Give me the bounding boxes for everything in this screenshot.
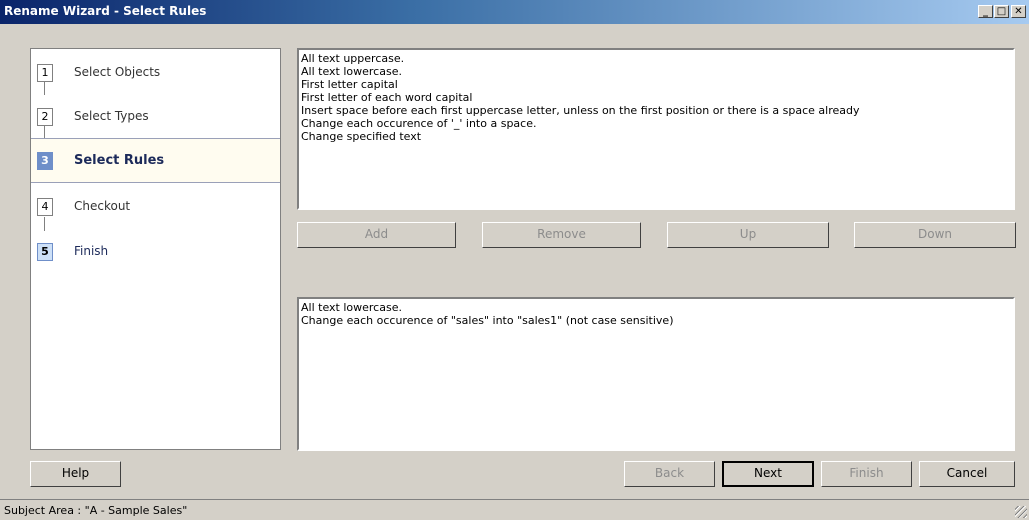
step-select-types[interactable]: 2 Select Types	[31, 95, 280, 140]
wizard-steps-panel: 1 Select Objects 2 Select Types 3 Select…	[30, 48, 281, 450]
finish-button[interactable]: Finish	[821, 461, 912, 487]
back-button[interactable]: Back	[624, 461, 715, 487]
list-item[interactable]: All text uppercase.	[301, 52, 1013, 65]
list-item[interactable]: Change specified text	[301, 130, 1013, 143]
next-button[interactable]: Next	[722, 461, 814, 487]
list-item[interactable]: Change each occurence of '_' into a spac…	[301, 117, 1013, 130]
close-button[interactable]: ✕	[1011, 5, 1026, 18]
list-item[interactable]: Insert space before each first uppercase…	[301, 104, 1013, 117]
cancel-button[interactable]: Cancel	[919, 461, 1015, 487]
list-item[interactable]: First letter of each word capital	[301, 91, 1013, 104]
step-checkout[interactable]: 4 Checkout	[31, 185, 280, 230]
remove-button[interactable]: Remove	[482, 222, 641, 248]
step-number: 3	[37, 152, 53, 170]
list-item[interactable]: All text lowercase.	[301, 65, 1013, 78]
add-button[interactable]: Add	[297, 222, 456, 248]
status-bar: Subject Area : "A - Sample Sales"	[0, 499, 1029, 520]
rename-wizard-window: Rename Wizard - Select Rules _ □ ✕ 1 Sel…	[0, 0, 1029, 520]
step-number: 5	[37, 243, 53, 261]
list-item[interactable]: All text lowercase.	[301, 301, 1013, 314]
list-item[interactable]: First letter capital	[301, 78, 1013, 91]
step-number: 4	[37, 198, 53, 216]
step-label: Select Rules	[74, 153, 165, 168]
step-number: 1	[37, 64, 53, 82]
resize-grip-icon[interactable]	[1015, 506, 1027, 518]
status-text: Subject Area : "A - Sample Sales"	[4, 504, 188, 517]
step-label: Checkout	[74, 199, 131, 213]
step-select-rules[interactable]: 3 Select Rules	[31, 138, 280, 183]
title-bar[interactable]: Rename Wizard - Select Rules _ □ ✕	[0, 0, 1029, 24]
up-button[interactable]: Up	[667, 222, 829, 248]
minimize-button[interactable]: _	[978, 5, 993, 18]
step-finish[interactable]: 5 Finish	[31, 230, 280, 275]
step-number: 2	[37, 108, 53, 126]
step-label: Select Types	[74, 109, 149, 123]
step-label: Select Objects	[74, 65, 161, 79]
down-button[interactable]: Down	[854, 222, 1016, 248]
window-title: Rename Wizard - Select Rules	[4, 4, 207, 18]
list-item[interactable]: Change each occurence of "sales" into "s…	[301, 314, 1013, 327]
maximize-button[interactable]: □	[994, 5, 1009, 18]
step-select-objects[interactable]: 1 Select Objects	[31, 51, 280, 96]
selected-rules-list[interactable]: All text lowercase. Change each occurenc…	[297, 297, 1015, 451]
help-button[interactable]: Help	[30, 461, 121, 487]
step-label: Finish	[74, 244, 109, 258]
available-rules-list[interactable]: All text uppercase. All text lowercase. …	[297, 48, 1015, 210]
